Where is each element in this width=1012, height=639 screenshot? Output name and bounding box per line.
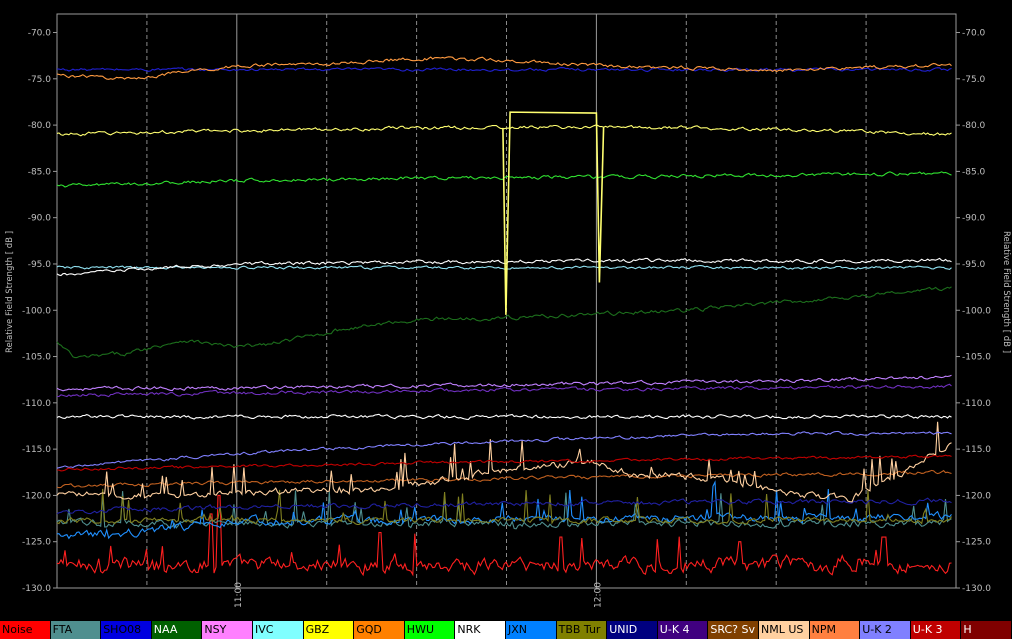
series-line-gbz	[56, 124, 952, 137]
series-line-naa	[56, 286, 952, 359]
y-axis-label-left: Relative Field Strength [ dB ]	[5, 231, 15, 353]
series-line-npm	[56, 413, 952, 420]
y-tick-label-left: -125.0	[22, 538, 51, 548]
legend-item: H	[961, 621, 1012, 639]
series-line-noise	[56, 494, 952, 577]
legend-item: U-K 4	[657, 621, 709, 639]
legend-item: FTA	[50, 621, 102, 639]
y-tick-label-left: -85.0	[28, 167, 52, 177]
y-tick-label-right: -95.0	[962, 260, 986, 270]
series-line-nsy	[56, 374, 952, 392]
legend-item: NAA	[151, 621, 203, 639]
legend-item: UNID	[607, 621, 658, 639]
legend-item: JXN	[506, 621, 557, 639]
y-tick-label-left: -110.0	[22, 399, 51, 409]
y-tick-label-left: -75.0	[28, 75, 52, 85]
signal-strength-chart: -70.0 -70.0 -75.0 -75.0 -80.0 -80.0 -85.0 -85.0…	[5, 13, 1011, 608]
legend-item: NSY	[202, 621, 253, 639]
y-tick-label-left: -120.0	[22, 491, 51, 501]
series-line-src-sv	[56, 469, 952, 489]
y-tick-label-right: -130.0	[962, 584, 991, 594]
legend-item: GBZ	[303, 621, 355, 639]
y-tick-label-right: -70.0	[962, 29, 986, 39]
series-line-unid	[56, 497, 952, 515]
y-tick-label-left: -100.0	[22, 306, 51, 316]
y-tick-label-right: -80.0	[962, 121, 986, 131]
legend: Noise FTA SHO08 NAA NSY IVC GBZ GQD HWU NRK JXN TBB…	[0, 621, 1012, 639]
y-tick-label-left: -70.0	[28, 29, 52, 39]
legend-item: TBB Tur	[556, 621, 608, 639]
legend-item: SHO08	[101, 621, 152, 639]
y-tick-label-left: -105.0	[22, 353, 51, 363]
y-tick-label-right: -120.0	[962, 491, 991, 501]
y-tick-label-left: -130.0	[22, 584, 51, 594]
legend-item: IVC	[253, 621, 304, 639]
y-tick-label-right: -90.0	[962, 214, 986, 224]
y-tick-label-left: -115.0	[22, 445, 51, 455]
legend-item: U-K 2	[860, 621, 911, 639]
legend-item: NPM	[809, 621, 861, 639]
y-axis-label-right: Relative Field Strength [ dB ]	[1001, 231, 1011, 353]
legend-item: Noise	[0, 621, 51, 639]
y-tick-label-right: -110.0	[962, 399, 991, 409]
legend-item: SRC? Sv	[708, 621, 759, 639]
y-tick-label-left: -80.0	[28, 121, 52, 131]
y-tick-label-right: -125.0	[962, 538, 991, 548]
x-tick-label: 11:00	[234, 582, 244, 608]
series-line-jxn	[56, 480, 952, 540]
legend-item: NML US	[759, 621, 810, 639]
series-line-u-k-4	[56, 383, 952, 398]
legend-item: GQD	[354, 621, 405, 639]
legend-item: NRK	[455, 621, 506, 639]
y-tick-label-left: -95.0	[28, 260, 52, 270]
series-line-nml-us	[56, 421, 952, 503]
y-tick-label-right: -100.0	[962, 306, 991, 316]
x-tick-label: 12:00	[593, 582, 603, 608]
y-tick-label-right: -85.0	[962, 167, 986, 177]
y-tick-label-left: -90.0	[28, 214, 52, 224]
series-line-gbz-dropout	[502, 111, 605, 315]
y-tick-label-right: -105.0	[962, 353, 991, 363]
series-lines	[56, 56, 952, 577]
y-tick-label-right: -75.0	[962, 75, 986, 85]
y-tick-label-right: -115.0	[962, 445, 991, 455]
legend-item: U-K 3	[910, 621, 962, 639]
legend-item: HWU	[404, 621, 456, 639]
